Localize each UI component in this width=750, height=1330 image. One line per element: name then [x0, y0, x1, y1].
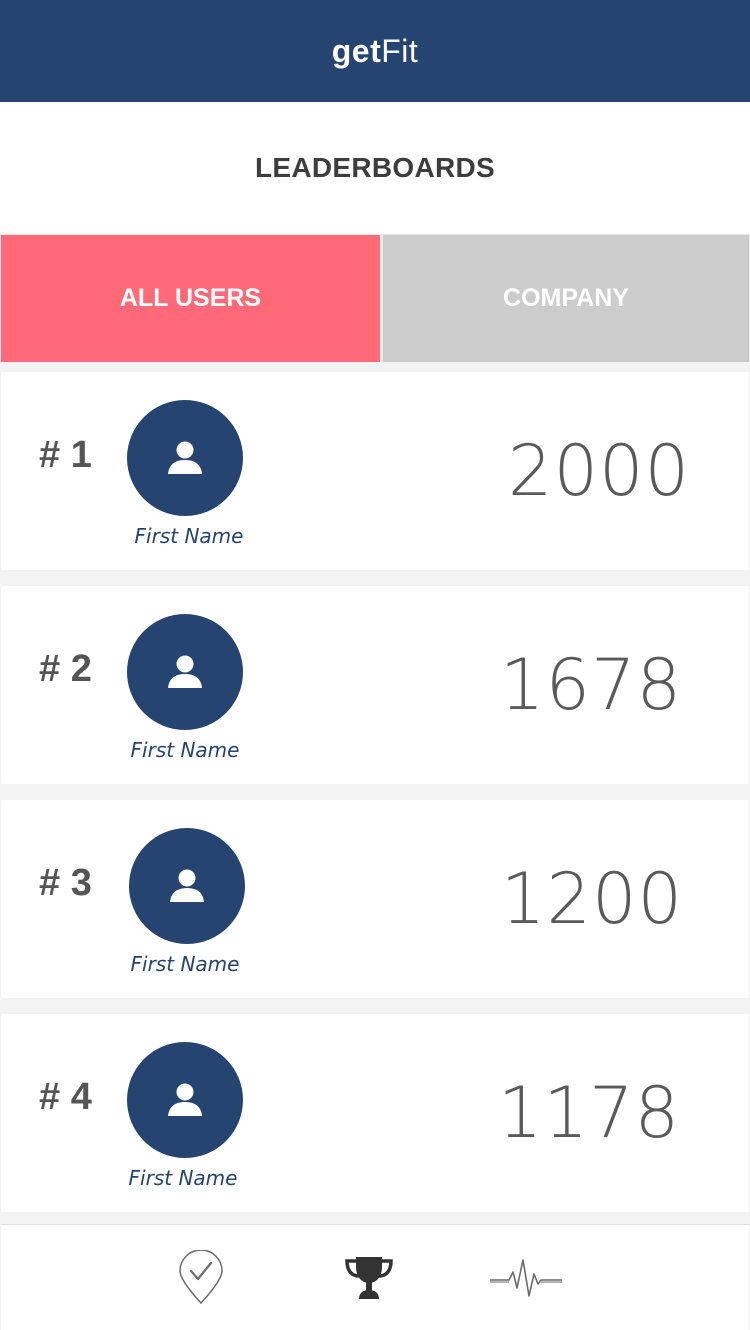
- user-icon: [168, 655, 202, 688]
- brand-light: Fit: [381, 32, 419, 69]
- avatar: [129, 828, 245, 944]
- avatar: [127, 614, 243, 730]
- score-value: 1200: [500, 858, 684, 940]
- nav-activity-button[interactable]: [479, 1225, 573, 1330]
- heartbeat-icon: [490, 1259, 562, 1297]
- tab-all-users[interactable]: ALL USERS: [1, 235, 380, 362]
- user-icon: [168, 441, 202, 474]
- user-name: First Name: [130, 952, 240, 976]
- nav-leaderboard-button[interactable]: [329, 1225, 409, 1330]
- app-logo: getFit: [332, 33, 419, 70]
- score-value: 1678: [499, 644, 683, 726]
- avatar: [127, 400, 243, 516]
- score-value: 2000: [507, 430, 691, 512]
- top-app-bar: getFit: [0, 0, 750, 102]
- leaderboard-row[interactable]: # 3 First Name 1200: [1, 800, 749, 998]
- tab-company[interactable]: COMPANY: [383, 235, 749, 362]
- user-name: First Name: [130, 738, 240, 762]
- check-pin-icon: [179, 1250, 223, 1305]
- user-name: First Name: [128, 1166, 238, 1190]
- leaderboard-row[interactable]: # 4 First Name 1178: [1, 1014, 749, 1212]
- bottom-nav: [1, 1224, 749, 1330]
- rank-label: # 2: [39, 648, 92, 690]
- page-title: LEADERBOARDS: [254, 152, 496, 183]
- leaderboard-row[interactable]: # 2 First Name 1678: [1, 586, 749, 784]
- user-icon: [168, 1083, 202, 1116]
- rank-label: # 4: [39, 1076, 92, 1118]
- rank-label: # 3: [39, 862, 92, 904]
- user-icon: [170, 869, 204, 902]
- score-value: 1178: [497, 1072, 681, 1154]
- trophy-icon: [345, 1257, 393, 1299]
- page-header: LEADERBOARDS: [0, 102, 750, 234]
- app-screen: getFit LEADERBOARDS ALL USERS COMPANY # …: [0, 0, 750, 1330]
- user-name: First Name: [134, 524, 244, 548]
- avatar: [127, 1042, 243, 1158]
- leaderboard-tabs: ALL USERS COMPANY: [0, 234, 750, 362]
- brand-bold: get: [331, 32, 382, 69]
- leaderboard-row[interactable]: # 1 First Name 2000: [1, 372, 749, 570]
- nav-checkin-button[interactable]: [161, 1225, 241, 1330]
- rank-label: # 1: [39, 434, 92, 476]
